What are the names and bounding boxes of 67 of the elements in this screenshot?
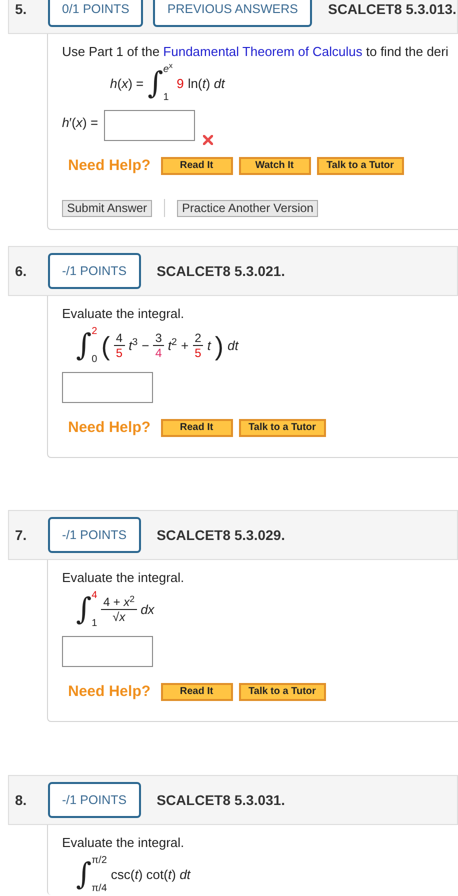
points-badge: -/1 POINTS [48, 517, 141, 553]
points-badge: -/1 POINTS [48, 253, 141, 289]
fraction-numerator: 4 + x$^{2}$ [101, 595, 137, 610]
help-button[interactable]: Read It [160, 156, 233, 175]
question-number: 5. [14, 0, 28, 18]
need-help-label: Need Help? [68, 418, 151, 438]
question-code: SCALCET8 5.3.021. [156, 262, 285, 280]
math-text: dx [140, 600, 154, 619]
lower-limit: 1 [92, 618, 98, 630]
fraction-denominator: 4 [154, 346, 163, 360]
help-button[interactable]: Read It [160, 682, 233, 701]
math-text: 9 [176, 74, 184, 93]
math-text: csc(t) cot(t) dt [110, 866, 190, 884]
fraction-numerator: 4 [114, 331, 125, 346]
fraction-numerator: 2 [192, 331, 204, 346]
upper-limit: 4 [92, 590, 98, 602]
math-text: ln(t) dt [188, 74, 225, 93]
help-button[interactable]: Talk to a Tutor [316, 156, 404, 175]
theorem-link[interactable]: Fundamental Theorem of Calculus [163, 44, 362, 59]
action-button[interactable]: Practice Another Version [177, 200, 318, 216]
question-code: SCALCET8 5.3.031. [156, 790, 285, 810]
math-text: h(x) = [110, 74, 144, 93]
question-prompt: Evaluate the integral. [62, 305, 186, 323]
fraction-denominator: 5 [194, 346, 202, 360]
points-badge: PREVIOUS ANSWERS [153, 0, 312, 27]
help-button[interactable]: Talk to a Tutor [238, 418, 326, 437]
points-badge: 0/1 POINTS [48, 0, 144, 27]
question-prompt: Use Part 1 of the Fundamental Theorem of Calculus to find the deri [62, 43, 450, 61]
upper-limit: 2 [92, 326, 98, 338]
need-help-label: Need Help? [68, 682, 151, 702]
need-help-label: Need Help? [68, 156, 151, 176]
math-text: − [142, 336, 150, 355]
help-button[interactable]: Watch It [238, 156, 311, 175]
parenthesis: ( [101, 330, 110, 360]
question-number: 8. [14, 790, 28, 810]
math-text: dt [228, 336, 238, 355]
answer-field[interactable] [104, 110, 196, 140]
action-button[interactable]: Submit Answer [62, 200, 152, 216]
help-button[interactable]: Talk to a Tutor [238, 682, 326, 701]
parenthesis: ) [214, 330, 224, 360]
question-code: SCALCET8 5.3.013. [328, 0, 456, 18]
lower-limit: 1 [163, 92, 170, 104]
question-code: SCALCET8 5.3.029. [156, 526, 285, 544]
lower-limit: 0 [92, 354, 98, 366]
help-button[interactable]: Read It [160, 418, 233, 437]
math-text: t$^{3}$ [128, 336, 138, 355]
math-text: + [180, 336, 189, 355]
question-number: 6. [14, 262, 28, 280]
question-number: 7. [14, 526, 28, 544]
integral-sign: ∫ [76, 856, 92, 894]
math-text: t [207, 336, 211, 355]
math-text: t$^{2}$ [168, 336, 177, 355]
answer-field[interactable] [62, 372, 153, 402]
answer-label: h′(x) = [62, 114, 98, 132]
question-prompt: Evaluate the integral. [62, 834, 186, 852]
fraction-denominator: √x [112, 610, 126, 624]
integral-sign: ∫ [76, 326, 92, 364]
upper-limit: π/2 [92, 854, 107, 866]
lower-limit: π/4 [92, 882, 107, 894]
integral-sign: ∫ [76, 592, 92, 628]
fraction-numerator: 3 [153, 331, 164, 346]
answer-field[interactable] [62, 636, 153, 666]
upper-limit: e$^{x}$ [163, 64, 173, 76]
integral-sign: ∫ [148, 64, 164, 102]
points-badge: -/1 POINTS [48, 782, 141, 818]
question-prompt: Evaluate the integral. [62, 569, 186, 587]
fraction-denominator: 5 [114, 346, 124, 360]
